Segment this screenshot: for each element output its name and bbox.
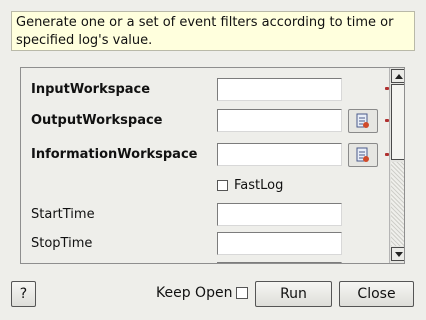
scrollbar-track[interactable] (391, 162, 404, 246)
workspace-browse-icon (356, 113, 369, 128)
fastlog-checkbox[interactable] (217, 180, 228, 191)
keep-open-label: Keep Open (156, 285, 233, 301)
help-button[interactable]: ? (11, 281, 36, 307)
output-workspace-label: OutputWorkspace (31, 113, 163, 128)
arrow-down-icon[interactable] (391, 247, 404, 261)
input-workspace-field[interactable] (217, 78, 342, 101)
output-workspace-browse-button[interactable] (348, 109, 378, 133)
stop-time-field[interactable] (217, 232, 342, 255)
scrollbar-thumb[interactable] (391, 84, 404, 160)
properties-panel: InputWorkspace OutputWorkspace Informati… (20, 67, 405, 264)
workspace-browse-icon (356, 147, 369, 162)
algorithm-description: Generate one or a set of event filters a… (11, 11, 415, 51)
input-workspace-label: InputWorkspace (31, 82, 151, 97)
run-button[interactable]: Run (255, 281, 332, 307)
information-workspace-field[interactable] (217, 143, 342, 166)
information-workspace-browse-button[interactable] (348, 143, 378, 167)
next-property-field-partial (217, 262, 342, 263)
close-button[interactable]: Close (339, 281, 414, 307)
arrow-up-icon[interactable] (391, 69, 404, 83)
start-time-label: StartTime (31, 207, 95, 222)
keep-open-checkbox[interactable] (236, 287, 248, 299)
properties-scrollbar[interactable] (389, 68, 404, 263)
start-time-field[interactable] (217, 203, 342, 226)
information-workspace-label: InformationWorkspace (31, 147, 198, 162)
fastlog-label: FastLog (234, 178, 284, 193)
output-workspace-field[interactable] (217, 109, 342, 132)
stop-time-label: StopTime (31, 236, 93, 251)
